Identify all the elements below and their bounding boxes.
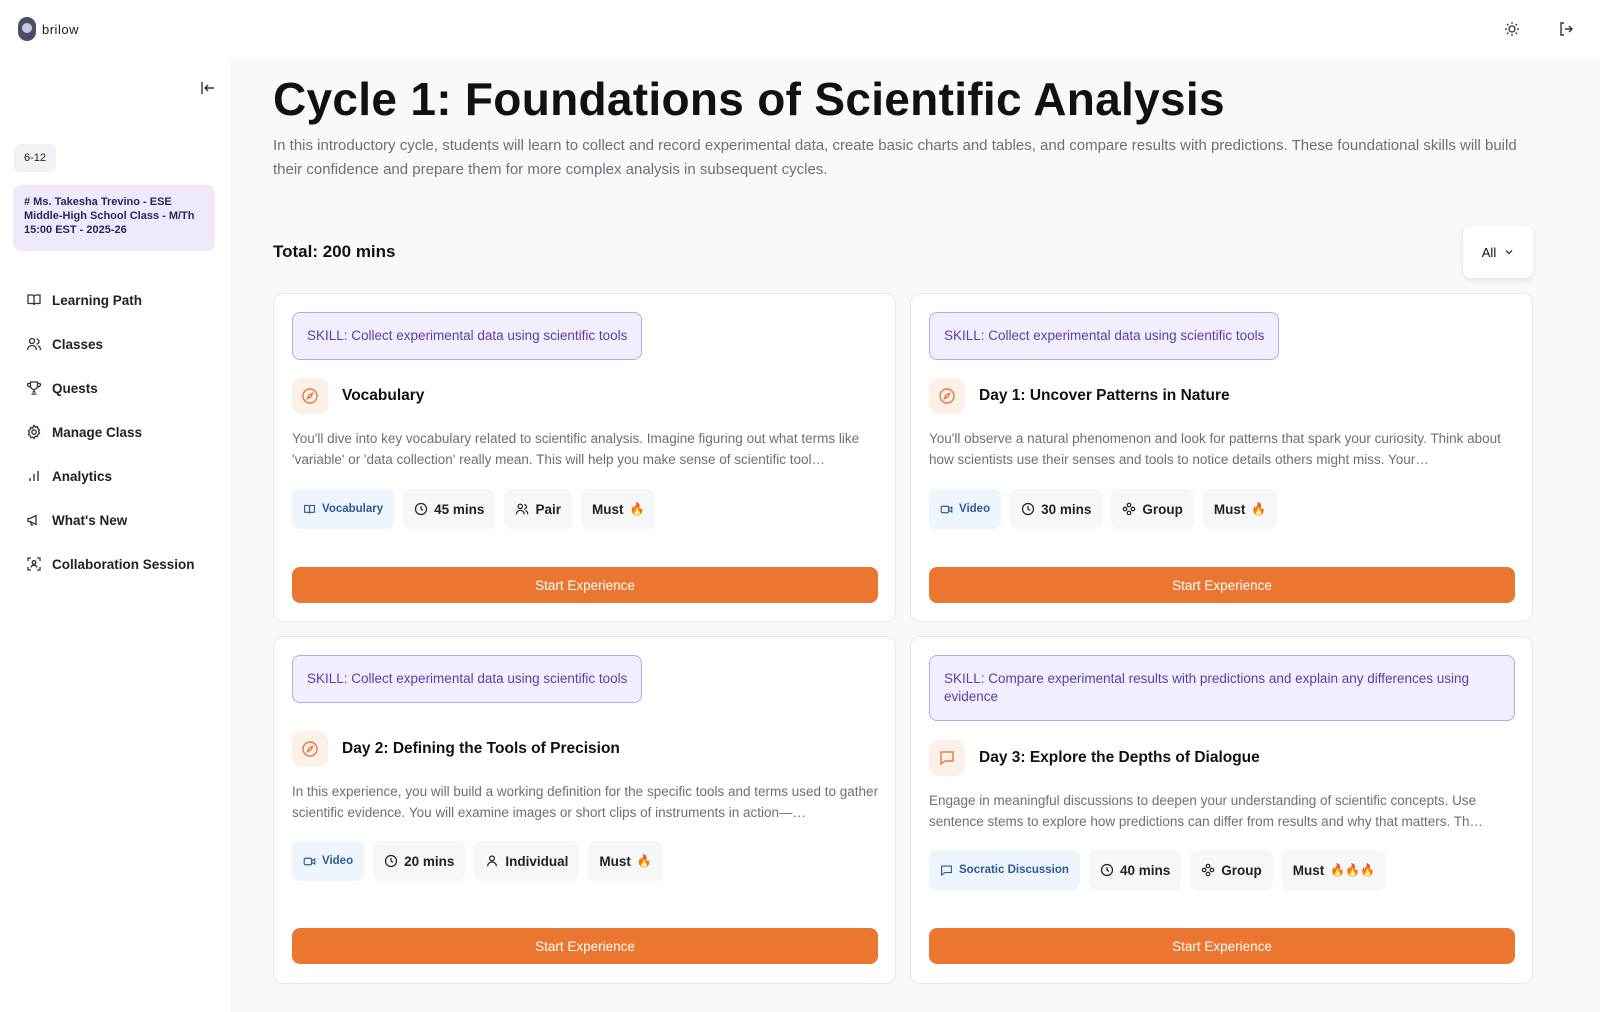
card-title: Vocabulary [342, 387, 425, 404]
skill-tag: SKILL: Collect experimental data using s… [292, 655, 643, 703]
trophy-icon [26, 381, 42, 395]
sidebar-item-label: What's New [52, 512, 128, 528]
chevron-down-icon [1505, 250, 1513, 255]
video-icon [940, 505, 953, 513]
scan-user-icon [27, 557, 41, 571]
card-description: You'll dive into key vocabulary related … [292, 431, 860, 467]
page-title: Cycle 1: Foundations of Scientific Analy… [273, 73, 1225, 125]
sidebar-item-label: Learning Path [52, 292, 143, 308]
grouping-tag: Group [1111, 489, 1194, 529]
clock-icon [415, 502, 428, 516]
class-selector[interactable]: # Ms. Takesha Trevino - ESE Middle-High … [13, 185, 215, 251]
gear-icon [27, 424, 41, 440]
book-icon [27, 294, 41, 306]
sidebar-item-label: Collaboration Session [52, 556, 195, 572]
card-description: In this experience, you will build a wor… [292, 784, 879, 820]
sidebar-nav: Learning Path Classes Quests Manage Clas… [0, 278, 230, 586]
clock-icon [1100, 863, 1114, 877]
sidebar-item-quests[interactable]: Quests [0, 366, 230, 410]
clock-icon [384, 854, 398, 868]
type-tag: Socratic Discussion [929, 850, 1080, 890]
start-experience-button[interactable]: Start Experience [292, 567, 878, 603]
flame-icon: 🔥🔥🔥 [1330, 863, 1376, 877]
card-tags: Video 30 mins Group Must 🔥 [929, 489, 1278, 529]
bar-chart-icon [29, 471, 39, 481]
megaphone-icon [27, 514, 37, 526]
experience-card: SKILL: Collect experimental data using s… [273, 293, 896, 622]
clock-icon [1021, 502, 1035, 516]
filter-value: All [1481, 244, 1497, 260]
card-tags: Socratic Discussion 40 mins Group Must 🔥… [929, 850, 1387, 890]
sidebar-item-collaboration-session[interactable]: Collaboration Session [0, 542, 230, 586]
compass-icon [292, 378, 328, 414]
top-bar: brilow [0, 0, 1600, 58]
grade-badge[interactable]: 6-12 [14, 144, 57, 172]
sidebar-item-manage-class[interactable]: Manage Class [0, 410, 230, 454]
duration-tag: 20 mins [373, 841, 466, 881]
flame-icon: 🔥 [629, 502, 645, 516]
experience-card: SKILL: Compare experimental results with… [910, 636, 1533, 984]
group-icon [1201, 863, 1215, 877]
sidebar-item-label: Analytics [52, 468, 113, 484]
book-icon [304, 504, 315, 514]
card-tags: Vocabulary 45 mins Pair Must 🔥 [292, 489, 656, 529]
card-title: Day 1: Uncover Patterns in Nature [979, 387, 1230, 404]
logo-mark-icon [18, 17, 36, 41]
duration-tag: 30 mins [1010, 489, 1103, 529]
logo[interactable]: brilow [18, 17, 79, 41]
sidebar-item-label: Classes [52, 336, 104, 352]
card-tags: Video 20 mins Individual Must 🔥 [292, 841, 663, 881]
card-title: Day 3: Explore the Depths of Dialogue [979, 749, 1260, 766]
users-icon [26, 337, 42, 351]
card-title: Day 2: Defining the Tools of Precision [342, 740, 620, 757]
flame-icon: 🔥 [1251, 502, 1267, 516]
sidebar-item-label: Quests [52, 380, 98, 396]
sidebar-item-learning-path[interactable]: Learning Path [0, 278, 230, 322]
compass-icon [929, 378, 965, 414]
card-description: Engage in meaningful discussions to deep… [929, 793, 1484, 829]
video-icon [303, 857, 316, 865]
chat-bubble-icon [941, 864, 952, 876]
priority-tag: Must 🔥 [588, 841, 663, 881]
logout-icon[interactable] [1554, 17, 1578, 41]
sidebar-item-classes[interactable]: Classes [0, 322, 230, 366]
group-icon [1123, 502, 1136, 516]
sidebar-item-analytics[interactable]: Analytics [0, 454, 230, 498]
priority-tag: Must 🔥🔥🔥 [1281, 850, 1387, 890]
users-icon [516, 503, 529, 515]
type-tag: Video [929, 489, 1002, 529]
collapse-sidebar-icon[interactable] [196, 78, 220, 98]
total-duration: Total: 200 mins [273, 242, 396, 261]
duration-tag: 40 mins [1088, 850, 1182, 890]
grouping-tag: Group [1190, 850, 1273, 890]
sidebar-item-label: Manage Class [52, 424, 143, 440]
experience-card: SKILL: Collect experimental data using s… [273, 636, 896, 984]
experience-card: SKILL: Collect experimental data using s… [910, 293, 1533, 622]
type-tag: Vocabulary [292, 489, 395, 529]
skill-tag: SKILL: Compare experimental results with… [929, 655, 1515, 721]
sidebar: 6-12 # Ms. Takesha Trevino - ESE Middle-… [0, 58, 230, 1012]
grouping-tag: Pair [504, 489, 572, 529]
theme-toggle-sun-icon[interactable] [1500, 17, 1524, 41]
priority-tag: Must 🔥 [1202, 489, 1278, 529]
sidebar-item-whats-new[interactable]: What's New [0, 498, 230, 542]
main-content: Cycle 1: Foundations of Scientific Analy… [230, 58, 1600, 1012]
filter-dropdown[interactable]: All [1463, 226, 1533, 278]
start-experience-button[interactable]: Start Experience [929, 928, 1515, 964]
flame-icon: 🔥 [636, 854, 652, 868]
start-experience-button[interactable]: Start Experience [929, 567, 1515, 603]
type-tag: Video [292, 841, 365, 881]
duration-tag: 45 mins [403, 489, 496, 529]
grouping-tag: Individual [474, 841, 580, 881]
compass-icon [292, 731, 328, 767]
priority-tag: Must 🔥 [580, 489, 656, 529]
start-experience-button[interactable]: Start Experience [292, 928, 878, 964]
logo-text: brilow [42, 21, 79, 37]
chat-bubble-icon [929, 740, 965, 776]
skill-tag: SKILL: Collect experimental data using s… [292, 312, 643, 360]
page-description: In this introductory cycle, students wil… [273, 137, 1517, 178]
skill-tag: SKILL: Collect experimental data using s… [929, 312, 1280, 360]
card-description: You'll observe a natural phenomenon and … [929, 431, 1501, 467]
user-icon [487, 855, 498, 867]
